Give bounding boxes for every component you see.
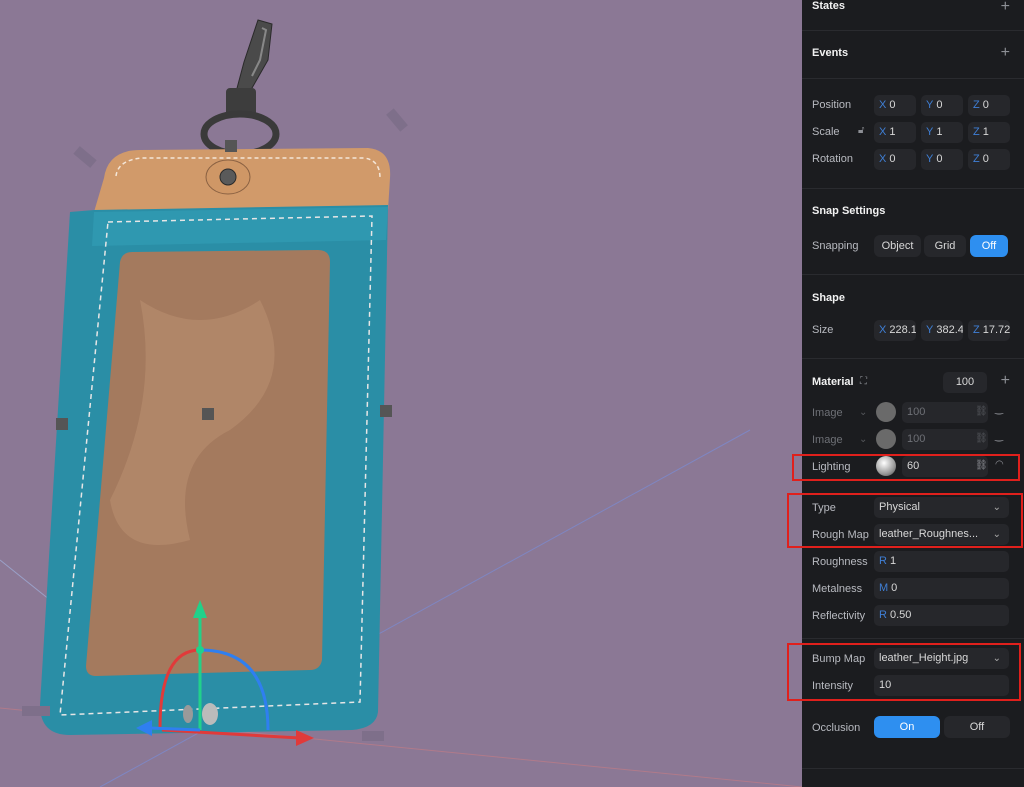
link-icon[interactable]: ⛓ <box>975 433 988 444</box>
snap-off-button[interactable]: Off <box>970 235 1008 257</box>
leather-id-holder <box>40 148 391 735</box>
roughness-label: Roughness <box>812 556 868 568</box>
occlusion-off-button[interactable]: Off <box>944 716 1010 738</box>
rotate-handle[interactable] <box>73 146 97 168</box>
snap-settings-title: Snap Settings <box>812 205 886 217</box>
divider <box>802 274 1024 275</box>
position-z-field[interactable]: Z0 <box>968 95 1010 116</box>
highlight-box-lighting <box>792 454 1020 481</box>
add-state-plus-icon[interactable]: + <box>1001 0 1010 15</box>
roughness-field[interactable]: R1 <box>874 551 1009 572</box>
divider <box>802 768 1024 769</box>
image-layer-label: Image <box>812 434 843 446</box>
position-y-field[interactable]: Y0 <box>921 95 963 116</box>
divider <box>802 188 1024 189</box>
highlight-box-bump-intensity <box>787 643 1021 701</box>
chevron-down-icon[interactable]: ⌄ <box>859 407 867 418</box>
scale-x-field[interactable]: X1 <box>874 122 916 143</box>
size-z-field[interactable]: Z 17.72 <box>968 320 1010 341</box>
divider <box>802 358 1024 359</box>
resize-handle[interactable] <box>56 418 68 430</box>
fullscreen-icon[interactable]: ⛶ <box>860 376 867 387</box>
image-thumbnail-icon[interactable] <box>876 402 896 422</box>
rotation-z-field[interactable]: Z0 <box>968 149 1010 170</box>
add-material-plus-icon[interactable]: + <box>1001 373 1010 389</box>
rotation-y-field[interactable]: Y0 <box>921 149 963 170</box>
metalness-field[interactable]: M0 <box>874 578 1009 599</box>
resize-handle[interactable] <box>380 405 392 417</box>
events-title: Events <box>812 47 849 59</box>
reflectivity-label: Reflectivity <box>812 610 866 622</box>
shape-title: Shape <box>812 292 846 304</box>
scale-label: Scale <box>812 126 840 138</box>
size-x-field[interactable]: X228.13 <box>874 320 916 341</box>
rotate-handle[interactable] <box>386 108 408 132</box>
image-layer-label: Image <box>812 407 843 419</box>
highlight-box-type-roughmap <box>787 493 1023 548</box>
divider <box>802 638 1024 639</box>
states-title: States <box>812 0 846 12</box>
rotate-handle[interactable] <box>362 731 384 741</box>
3d-viewport[interactable] <box>0 0 802 787</box>
image-thumbnail-icon[interactable] <box>876 429 896 449</box>
lanyard-clip <box>200 19 280 158</box>
material-opacity-field[interactable]: 100 <box>943 372 987 393</box>
size-label: Size <box>812 324 834 336</box>
eye-closed-icon[interactable]: ‿ <box>995 404 1003 415</box>
divider <box>802 78 1024 79</box>
link-icon[interactable]: ⛓ <box>975 406 988 417</box>
scale-z-field[interactable]: Z1 <box>968 122 1010 143</box>
add-event-plus-icon[interactable]: + <box>1001 45 1010 61</box>
scale-y-field[interactable]: Y1 <box>921 122 963 143</box>
lock-icon[interactable]: 🔓︎ <box>858 125 864 136</box>
scene-canvas[interactable] <box>0 0 802 787</box>
chevron-down-icon[interactable]: ⌄ <box>859 434 867 445</box>
eye-closed-icon[interactable]: ‿ <box>995 431 1003 442</box>
divider <box>802 30 1024 31</box>
snapping-label: Snapping <box>812 240 859 252</box>
position-x-field[interactable]: X0 <box>874 95 916 116</box>
rotation-x-field[interactable]: X0 <box>874 149 916 170</box>
properties-panel: States + Events + Position X0 Y0 Z0 Scal… <box>787 0 1024 787</box>
position-label: Position <box>812 99 852 111</box>
rotate-handle[interactable] <box>22 706 50 716</box>
reflectivity-field[interactable]: R 0.50 <box>874 605 1009 626</box>
resize-handle[interactable] <box>225 140 237 152</box>
occlusion-on-button[interactable]: On <box>874 716 940 738</box>
snap-object-button[interactable]: Object <box>874 235 921 257</box>
rotation-label: Rotation <box>812 153 853 165</box>
size-y-field[interactable]: Y 382.4 <box>921 320 963 341</box>
occlusion-label: Occlusion <box>812 722 861 734</box>
metalness-label: Metalness <box>812 583 863 595</box>
material-title: Material <box>812 376 854 388</box>
snap-grid-button[interactable]: Grid <box>924 235 966 257</box>
resize-handle[interactable] <box>202 408 214 420</box>
